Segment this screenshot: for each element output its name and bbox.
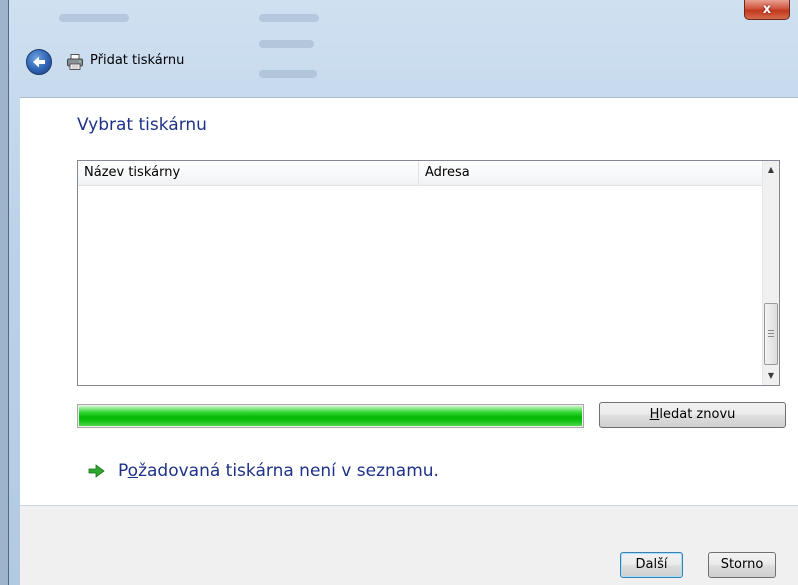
printer-list[interactable]: Název tiskárny Adresa ▲ ▼ xyxy=(77,160,780,386)
scroll-down-arrow-icon[interactable]: ▼ xyxy=(763,367,779,384)
ghost-text xyxy=(259,70,317,78)
wizard-content: Vybrat tiskárnu Název tiskárny Adresa ▲ … xyxy=(20,97,798,506)
ghost-text xyxy=(59,14,129,22)
next-button[interactable]: Další xyxy=(620,552,683,578)
ghost-text xyxy=(259,14,319,22)
cancel-button[interactable]: Storno xyxy=(708,552,776,578)
link-label[interactable]: Požadovaná tiskárna není v seznamu. xyxy=(118,461,439,481)
list-header: Název tiskárny Adresa xyxy=(78,161,762,186)
column-divider[interactable] xyxy=(418,161,419,186)
back-button[interactable] xyxy=(26,49,52,75)
scroll-up-arrow-icon[interactable]: ▲ xyxy=(763,161,779,178)
link-mnemonic: o xyxy=(127,461,139,481)
search-again-button[interactable]: Hledat znovu xyxy=(599,402,786,428)
search-progress-bar xyxy=(77,404,584,428)
link-prefix: P xyxy=(118,461,128,481)
window-title: Přidat tiskárnu xyxy=(90,53,185,68)
progress-fill xyxy=(79,406,582,426)
close-button[interactable]: x xyxy=(744,0,790,20)
printer-icon xyxy=(67,54,83,70)
column-header-printer-name[interactable]: Název tiskárny xyxy=(84,165,180,180)
vertical-scrollbar[interactable]: ▲ ▼ xyxy=(762,161,779,385)
add-printer-window: x Přidat tiskárnu Vybrat tiskárnu Název … xyxy=(8,0,798,585)
page-heading: Vybrat tiskárnu xyxy=(77,115,207,135)
search-again-rest: ledat znovu xyxy=(659,407,736,422)
column-header-address[interactable]: Adresa xyxy=(425,165,470,180)
close-icon: x xyxy=(762,2,772,17)
search-again-mnemonic: H xyxy=(649,407,660,422)
ghost-text xyxy=(259,40,314,48)
link-rest: žadovaná tiskárna není v seznamu. xyxy=(138,461,439,481)
back-arrow-icon xyxy=(33,56,45,68)
grip-line xyxy=(768,333,774,334)
grip-line xyxy=(768,330,774,331)
green-arrow-icon xyxy=(88,464,105,478)
scroll-thumb[interactable] xyxy=(764,303,778,365)
grip-line xyxy=(768,336,774,337)
wizard-footer: Další Storno xyxy=(20,506,798,585)
